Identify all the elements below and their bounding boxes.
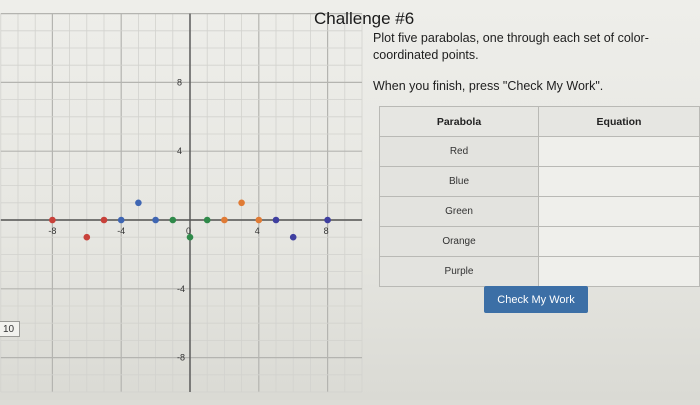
orange-point[interactable]: [221, 216, 228, 224]
screen: -8 -4 0 4 8 8 4 -4 -8 10 Challenge #6 Plot five …: [0, 0, 700, 400]
parabola-name-red: Red: [379, 136, 539, 167]
x-tick-label: 4: [255, 226, 260, 236]
header-equation: Equation: [538, 106, 700, 137]
instruction-plot: Plot five parabolas, one through each se…: [373, 31, 649, 62]
purple-point[interactable]: [272, 216, 280, 224]
table-row: Purple: [379, 256, 700, 287]
table-row: Orange: [379, 226, 700, 257]
blue-point[interactable]: [135, 199, 142, 207]
header-parabola: Parabola: [379, 106, 539, 137]
blue-point[interactable]: [152, 216, 159, 224]
equation-cell-green[interactable]: [538, 196, 700, 227]
green-point[interactable]: [169, 216, 177, 224]
green-point[interactable]: [186, 233, 194, 241]
x-tick-label: -4: [117, 226, 125, 236]
side-number: 10: [0, 321, 20, 337]
purple-point[interactable]: [289, 233, 297, 241]
orange-point[interactable]: [255, 216, 263, 224]
table-row: Red: [379, 136, 700, 167]
red-point[interactable]: [83, 233, 91, 241]
red-point[interactable]: [49, 216, 56, 224]
parabola-name-blue: Blue: [379, 166, 539, 197]
green-point[interactable]: [203, 216, 211, 224]
y-tick-label: 8: [177, 77, 182, 87]
equation-cell-blue[interactable]: [538, 166, 700, 197]
x-tick-label: -8: [48, 226, 56, 236]
coordinate-grid[interactable]: -8 -4 0 4 884-4-8: [0, 0, 370, 400]
parabola-name-green: Green: [379, 196, 539, 227]
blue-point[interactable]: [117, 216, 125, 224]
orange-point[interactable]: [238, 199, 245, 207]
table-row: Green: [379, 196, 700, 227]
instructions: Plot five parabolas, one through each se…: [373, 30, 673, 109]
table-row: Blue: [379, 166, 700, 197]
red-point[interactable]: [100, 216, 108, 224]
equation-cell-red[interactable]: [538, 136, 700, 167]
equation-cell-purple[interactable]: [538, 256, 700, 287]
y-tick-label: 4: [177, 146, 182, 156]
x-tick-label: 8: [324, 226, 329, 236]
challenge-title: Challenge #6: [314, 9, 415, 28]
equation-table: Parabola Equation Red Blue Green Orange: [379, 106, 700, 287]
purple-point[interactable]: [324, 216, 331, 224]
check-my-work-button[interactable]: Check My Work: [484, 286, 588, 313]
parabola-name-purple: Purple: [379, 256, 539, 287]
parabola-name-orange: Orange: [379, 226, 539, 257]
y-tick-label: -4: [177, 284, 185, 294]
instruction-finish: When you finish, press "Check My Work".: [373, 79, 604, 93]
graph-panel[interactable]: -8 -4 0 4 8 8 4 -4 -8: [0, 0, 370, 400]
y-tick-label: -8: [177, 353, 185, 363]
equation-cell-orange[interactable]: [538, 226, 700, 257]
